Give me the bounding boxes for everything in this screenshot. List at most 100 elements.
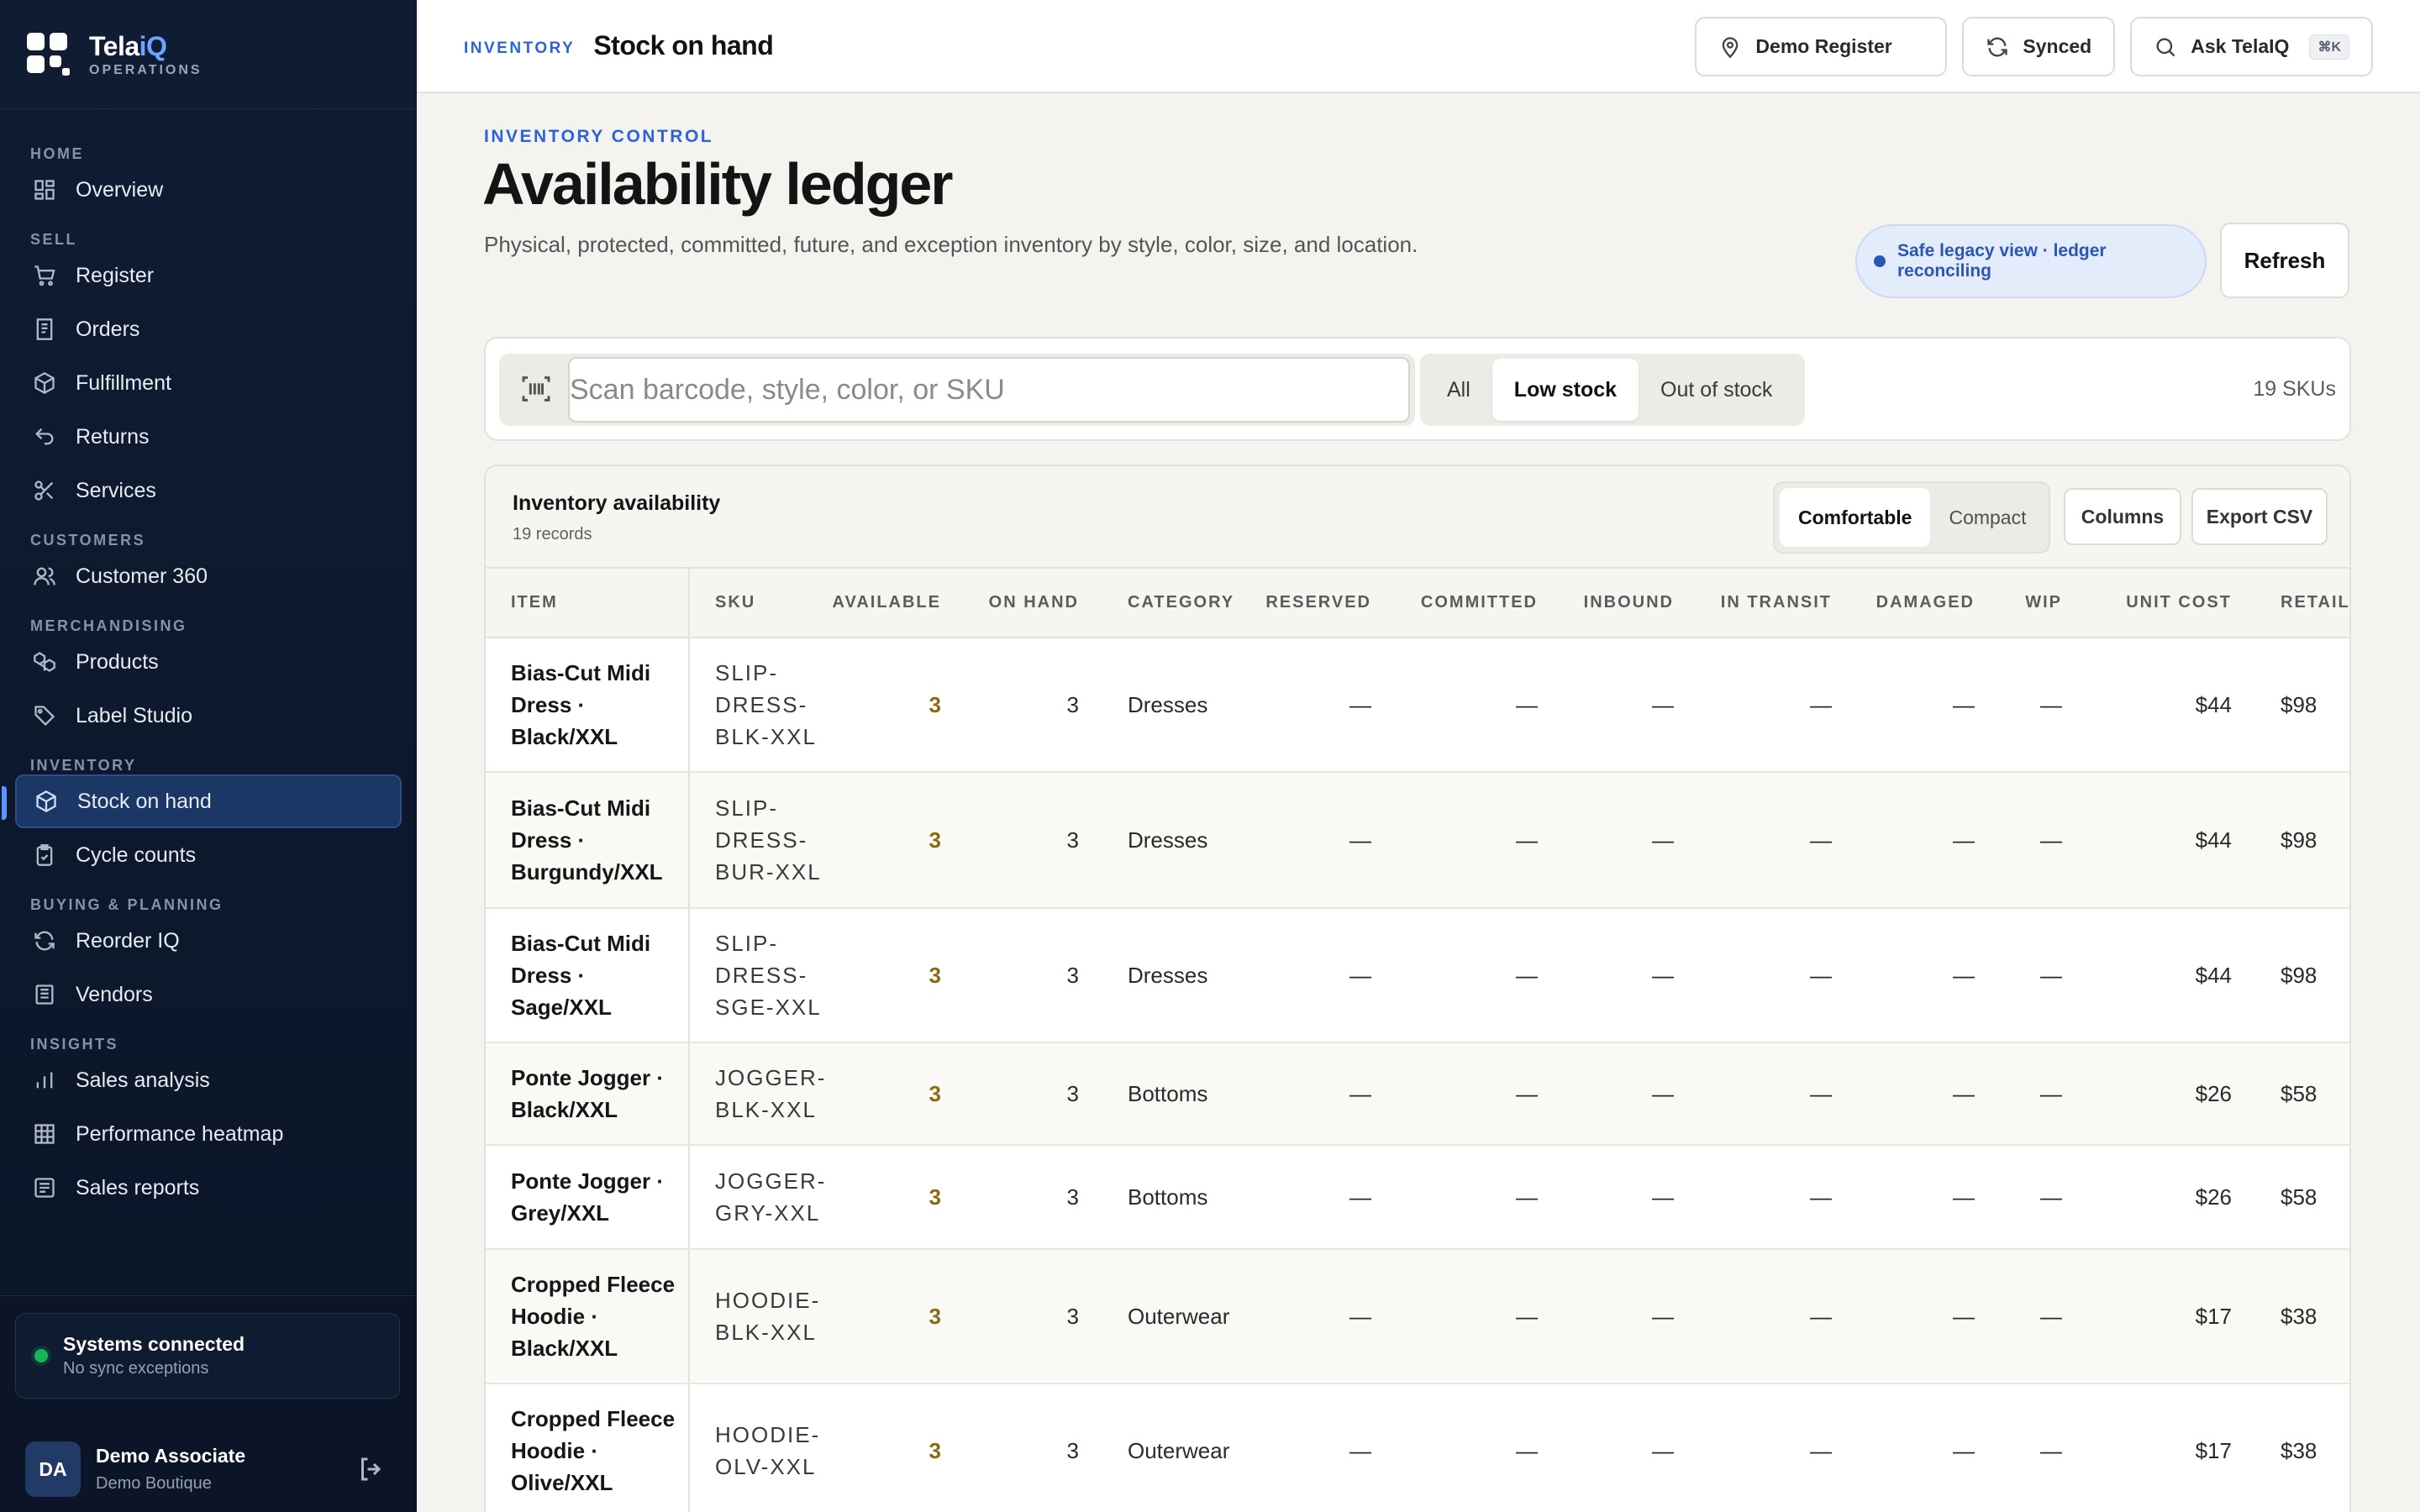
column-header-retail[interactable]: RETAIL bbox=[2255, 569, 2349, 638]
user-profile[interactable]: DA Demo Associate Demo Boutique bbox=[25, 1439, 387, 1499]
cell-sku: HOODIE-BLK-XXL bbox=[689, 1249, 832, 1384]
density-comfortable-button[interactable]: Comfortable bbox=[1780, 488, 1931, 547]
table-body: Bias-Cut Midi Dress · Black/XXL SLIP-DRE… bbox=[486, 638, 2349, 1512]
cell-committed: — bbox=[1395, 1145, 1561, 1250]
density-compact-button[interactable]: Compact bbox=[1930, 488, 2044, 547]
cell-committed: — bbox=[1395, 908, 1561, 1043]
system-status-card[interactable]: Systems connected No sync exceptions bbox=[15, 1313, 400, 1399]
column-header-sku[interactable]: SKU bbox=[689, 569, 832, 638]
cell-on-hand: 3 bbox=[965, 1042, 1102, 1146]
column-header-reserved[interactable]: RESERVED bbox=[1240, 569, 1395, 638]
cell-in-transit: — bbox=[1697, 1249, 1855, 1384]
table-row[interactable]: Bias-Cut Midi Dress · Black/XXL SLIP-DRE… bbox=[486, 638, 2349, 773]
sidebar-item-label: Returns bbox=[76, 424, 150, 449]
table-row[interactable]: Ponte Jogger · Grey/XXL JOGGER-GRY-XXL 3… bbox=[486, 1145, 2349, 1250]
cell-in-transit: — bbox=[1697, 1145, 1855, 1250]
export-csv-button[interactable]: Export CSV bbox=[2191, 488, 2328, 545]
building-icon bbox=[30, 980, 59, 1009]
search-icon bbox=[2156, 38, 2175, 56]
column-header-wip[interactable]: WIP bbox=[1998, 569, 2086, 638]
top-actions: Demo Register Synced Ask TelaIQ ⌘K bbox=[1695, 17, 2373, 76]
sidebar-item-label: Sales reports bbox=[76, 1175, 200, 1200]
sidebar-item-label: Overview bbox=[76, 177, 164, 202]
nav-section-customers: CUSTOMERS bbox=[30, 532, 146, 549]
column-header-unit-cost[interactable]: UNIT COST bbox=[2086, 569, 2255, 638]
cell-damaged: — bbox=[1855, 1145, 1998, 1250]
sidebar-item-label-studio[interactable]: Label Studio bbox=[15, 689, 402, 743]
table-row[interactable]: Cropped Fleece Hoodie · Olive/XXL HOODIE… bbox=[486, 1383, 2349, 1512]
search-input[interactable] bbox=[568, 357, 1410, 423]
sidebar-item-fulfillment[interactable]: Fulfillment bbox=[15, 356, 402, 410]
cell-committed: — bbox=[1395, 1383, 1561, 1512]
cell-reserved: — bbox=[1240, 1383, 1395, 1512]
sidebar-item-vendors[interactable]: Vendors bbox=[15, 968, 402, 1021]
sidebar-item-customer-360[interactable]: Customer 360 bbox=[15, 549, 402, 603]
brand[interactable]: TelaiQ OPERATIONS bbox=[0, 0, 417, 109]
cell-damaged: — bbox=[1855, 638, 1998, 773]
tab-all[interactable]: All bbox=[1425, 359, 1492, 421]
refresh-button[interactable]: Refresh bbox=[2220, 223, 2349, 298]
sidebar-item-returns[interactable]: Returns bbox=[15, 410, 402, 464]
sidebar-item-label: Reorder IQ bbox=[76, 928, 180, 953]
column-header-in-transit[interactable]: IN TRANSIT bbox=[1697, 569, 1855, 638]
cell-damaged: — bbox=[1855, 1249, 1998, 1384]
sidebar-item-stock-on-hand[interactable]: Stock on hand bbox=[2, 774, 402, 828]
sidebar-item-label: Register bbox=[76, 263, 155, 287]
cell-available: 3 bbox=[832, 1145, 965, 1250]
cell-damaged: — bbox=[1855, 1042, 1998, 1146]
column-header-available[interactable]: AVAILABLE bbox=[832, 569, 965, 638]
tab-low-stock[interactable]: Low stock bbox=[1491, 359, 1639, 421]
tab-out-of-stock[interactable]: Out of stock bbox=[1639, 359, 1794, 421]
column-header-inbound[interactable]: INBOUND bbox=[1561, 569, 1697, 638]
column-header-committed[interactable]: COMMITTED bbox=[1395, 569, 1561, 638]
boxes-icon bbox=[30, 648, 59, 676]
scan-field bbox=[499, 354, 1415, 426]
cell-inbound: — bbox=[1561, 1042, 1697, 1146]
sidebar-item-sales-reports[interactable]: Sales reports bbox=[15, 1161, 402, 1215]
sidebar-item-sales-analysis[interactable]: Sales analysis bbox=[15, 1053, 402, 1107]
cell-on-hand: 3 bbox=[965, 1249, 1102, 1384]
cell-retail: $38 bbox=[2255, 1249, 2349, 1384]
column-header-damaged[interactable]: DAMAGED bbox=[1855, 569, 1998, 638]
nav-section-buying: BUYING & PLANNING bbox=[30, 896, 224, 913]
sidebar-item-performance-heatmap[interactable]: Performance heatmap bbox=[15, 1107, 402, 1161]
system-status-title: Systems connected bbox=[63, 1333, 245, 1355]
sidebar-item-cycle-counts[interactable]: Cycle counts bbox=[15, 828, 402, 882]
cell-item: Bias-Cut Midi Dress · Black/XXL bbox=[486, 638, 690, 773]
cell-item: Ponte Jogger · Grey/XXL bbox=[486, 1145, 690, 1250]
ask-assistant-button[interactable]: Ask TelaIQ ⌘K bbox=[2130, 17, 2373, 76]
sidebar-footer: Systems connected No sync exceptions DA … bbox=[0, 1295, 417, 1512]
cell-inbound: — bbox=[1561, 1249, 1697, 1384]
cell-category: Bottoms bbox=[1102, 1145, 1240, 1250]
table-row[interactable]: Bias-Cut Midi Dress · Burgundy/XXL SLIP-… bbox=[486, 772, 2349, 909]
logout-icon[interactable] bbox=[356, 1454, 387, 1484]
cell-committed: — bbox=[1395, 772, 1561, 909]
inventory-table-card: Inventory availability 19 records Comfor… bbox=[484, 465, 2351, 1512]
column-header-on-hand[interactable]: ON HAND bbox=[965, 569, 1102, 638]
cell-available: 3 bbox=[832, 1383, 965, 1512]
sidebar-item-services[interactable]: Services bbox=[15, 464, 402, 517]
tag-icon bbox=[30, 701, 59, 730]
cell-wip: — bbox=[1998, 638, 2086, 773]
table-row[interactable]: Cropped Fleece Hoodie · Black/XXL HOODIE… bbox=[486, 1249, 2349, 1384]
system-status-subtitle: No sync exceptions bbox=[63, 1359, 209, 1378]
sidebar-item-overview[interactable]: Overview bbox=[15, 163, 402, 217]
column-header-category[interactable]: CATEGORY bbox=[1102, 569, 1240, 638]
register-selector-button[interactable]: Demo Register bbox=[1695, 17, 1948, 76]
breadcrumb[interactable]: INVENTORY bbox=[464, 39, 575, 58]
columns-button[interactable]: Columns bbox=[2064, 488, 2181, 545]
table-row[interactable]: Bias-Cut Midi Dress · Sage/XXL SLIP-DRES… bbox=[486, 908, 2349, 1043]
sidebar-item-register[interactable]: Register bbox=[15, 249, 402, 302]
sidebar-item-reorder-iq[interactable]: Reorder IQ bbox=[15, 914, 402, 968]
column-header-item[interactable]: ITEM bbox=[486, 569, 690, 638]
status-badge: Safe legacy view · ledger reconciling bbox=[1855, 224, 2207, 298]
table-row[interactable]: Ponte Jogger · Black/XXL JOGGER-BLK-XXL … bbox=[486, 1042, 2349, 1146]
sidebar: TelaiQ OPERATIONS HOME Overview SELL Reg… bbox=[0, 0, 417, 1512]
sync-status-button[interactable]: Synced bbox=[1962, 17, 2116, 76]
cell-damaged: — bbox=[1855, 772, 1998, 909]
sidebar-item-products[interactable]: Products bbox=[15, 635, 402, 689]
sidebar-item-label: Stock on hand bbox=[77, 789, 212, 813]
barcode-scan-icon[interactable] bbox=[519, 372, 553, 406]
sidebar-item-orders[interactable]: Orders bbox=[15, 302, 402, 356]
cell-unit-cost: $17 bbox=[2086, 1383, 2255, 1512]
